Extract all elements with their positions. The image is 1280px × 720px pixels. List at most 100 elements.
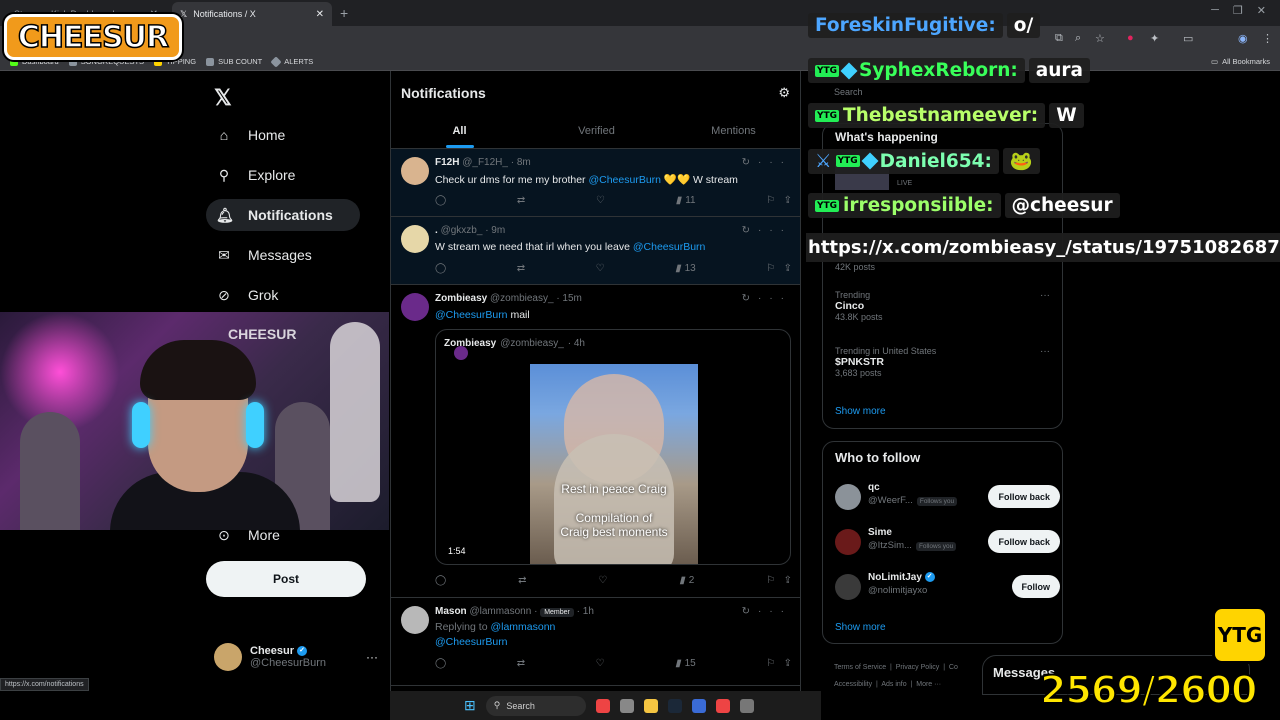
bookmark-post-icon[interactable]: ⚐ ⇪	[766, 575, 792, 586]
follow-suggestion[interactable]: Sime @ItzSim... Follows you Follow back	[835, 527, 1060, 559]
windows-taskbar: ⊞ ⚲ Search	[390, 691, 821, 720]
grok-icon[interactable]: ↻	[742, 606, 758, 617]
star-icon[interactable]: ☆	[1095, 32, 1105, 45]
trend-item[interactable]: Trending Cinco 43.8K posts ···	[835, 290, 1050, 322]
reply-icon[interactable]: ◯	[435, 575, 446, 586]
grok-icon[interactable]: ↻	[742, 157, 758, 168]
new-tab-button[interactable]: +	[332, 2, 356, 26]
chrome-icon[interactable]	[715, 698, 730, 713]
views-stat[interactable]: ▮ 11	[676, 195, 696, 206]
settings-icon[interactable]	[739, 698, 754, 713]
verified-icon: ✓	[297, 646, 308, 657]
all-bookmarks[interactable]: ▭ All Bookmarks	[1211, 57, 1270, 66]
follow-back-button[interactable]: Follow back	[988, 485, 1060, 508]
app-icon[interactable]	[619, 698, 634, 713]
tab-mentions[interactable]: Mentions	[665, 117, 800, 148]
like-icon[interactable]: ♡	[598, 575, 607, 586]
cast-icon[interactable]: ⧉	[1055, 32, 1063, 45]
more-dots-icon[interactable]: ···	[758, 606, 792, 617]
follow-suggestion[interactable]: NoLimitJay ✓ @nolimitjayxo Follow	[835, 572, 1060, 604]
more-dots-icon[interactable]: ···	[758, 157, 792, 168]
nav-explore[interactable]: ⚲ Explore	[206, 159, 305, 191]
close-window-icon[interactable]: ✕	[1257, 4, 1266, 17]
zoom-icon[interactable]: ⌕	[1075, 32, 1081, 45]
mention-link[interactable]: @CheesurBurn	[633, 241, 706, 253]
avatar	[835, 484, 861, 510]
menu-icon[interactable]: ⋮	[1262, 32, 1273, 45]
mention-link[interactable]: @CheesurBurn	[435, 309, 508, 321]
views-stat[interactable]: ▮ 2	[679, 575, 694, 586]
views-stat[interactable]: ▮ 15	[675, 658, 696, 669]
more-dots-icon[interactable]: ···	[758, 225, 792, 236]
nav-grok[interactable]: ⊘ Grok	[206, 279, 288, 311]
follow-suggestion[interactable]: qc @WeerF... Follows you Follow back	[835, 482, 1060, 514]
extension-icon[interactable]: ●	[1127, 32, 1134, 44]
mention-link[interactable]: @CheesurBurn	[435, 636, 508, 648]
follow-back-button[interactable]: Follow back	[988, 530, 1060, 553]
maximize-icon[interactable]: ❐	[1233, 4, 1243, 17]
bookmark-post-icon[interactable]: ⚐ ⇪	[766, 263, 792, 274]
bookmark-post-icon[interactable]: ⚐ ⇪	[766, 195, 792, 206]
x-logo-icon[interactable]: 𝕏	[214, 85, 232, 111]
show-more-link[interactable]: Show more	[835, 622, 886, 633]
reply-icon[interactable]: ◯	[435, 195, 446, 206]
video-duration: 1:54	[448, 546, 466, 556]
show-more-link[interactable]: Show more	[835, 406, 886, 417]
minimize-icon[interactable]: ─	[1211, 4, 1219, 17]
reply-to-link[interactable]: @lammasonn	[490, 621, 555, 633]
tab-verified[interactable]: Verified	[528, 117, 665, 148]
notification-item[interactable]: Zombieasy @zombieasy_ · 15m ↻··· @Cheesu…	[391, 285, 800, 598]
sidepanel-icon[interactable]: ▭	[1183, 32, 1193, 45]
live-badge: LIVE	[897, 180, 913, 187]
more-dots-icon[interactable]: ···	[366, 650, 378, 664]
folder-icon[interactable]	[643, 698, 658, 713]
bookmark-alerts[interactable]: ALERTS	[270, 55, 313, 68]
badge-icon: YTG	[815, 64, 840, 77]
grok-icon[interactable]: ↻	[742, 293, 758, 304]
trend-item[interactable]: 42K posts	[835, 262, 875, 272]
repost-icon[interactable]: ⇄	[517, 658, 525, 669]
nav-home[interactable]: ⌂ Home	[206, 119, 295, 151]
window-controls: ─ ❐ ✕	[1211, 4, 1280, 17]
reply-icon[interactable]: ◯	[435, 658, 446, 669]
bookmark-subcount[interactable]: SUB COUNT	[206, 57, 262, 66]
trend-item[interactable]: Trending in United States $PNKSTR 3,683 …	[835, 346, 1050, 378]
close-icon[interactable]: ✕	[316, 9, 324, 20]
search-input[interactable]: Search	[834, 87, 863, 97]
follow-button[interactable]: Follow	[1011, 575, 1060, 598]
more-dots-icon[interactable]: ···	[758, 293, 792, 304]
repost-icon[interactable]: ⇄	[518, 575, 526, 586]
notification-item[interactable]: F12H @_F12H_ · 8m ↻··· Check ur dms for …	[391, 149, 800, 217]
more-dots-icon[interactable]: ···	[1040, 346, 1050, 357]
account-switcher[interactable]: Cheesur ✓ @CheesurBurn ···	[214, 643, 378, 671]
browser-tab-x[interactable]: 𝕏 Notifications / X ✕	[172, 2, 332, 26]
tab-all[interactable]: All	[391, 117, 528, 148]
app-icon[interactable]	[691, 698, 706, 713]
mention-link[interactable]: @CheesurBurn	[588, 174, 661, 186]
chrome-icon[interactable]	[595, 698, 610, 713]
sword-icon: ⚔	[815, 150, 832, 172]
nav-notifications[interactable]: 🔔︎ Notifications	[206, 199, 360, 231]
repost-icon[interactable]: ⇄	[517, 195, 525, 206]
gear-icon[interactable]: ⚙	[778, 85, 790, 101]
post-button[interactable]: Post	[206, 561, 366, 597]
nav-messages[interactable]: ✉ Messages	[206, 239, 322, 271]
repost-icon[interactable]: ⇄	[517, 263, 525, 274]
reply-icon[interactable]: ◯	[435, 263, 446, 274]
bookmark-post-icon[interactable]: ⚐ ⇪	[766, 658, 792, 669]
profile-icon[interactable]: ◉	[1238, 32, 1248, 45]
like-icon[interactable]: ♡	[596, 263, 605, 274]
like-icon[interactable]: ♡	[596, 195, 605, 206]
video-thumbnail[interactable]: Rest in peace Craig Compilation of Craig…	[530, 364, 698, 564]
notification-item[interactable]: Mason @lammasonn · Member · 1h ↻··· Repl…	[391, 598, 800, 686]
grok-icon[interactable]: ↻	[742, 225, 758, 236]
like-icon[interactable]: ♡	[596, 658, 605, 669]
taskbar-search[interactable]: ⚲ Search	[485, 695, 586, 716]
steam-icon[interactable]	[667, 698, 682, 713]
windows-start-icon[interactable]: ⊞	[464, 697, 476, 714]
notification-item[interactable]: . @gkxzb_ · 9m ↻··· W stream we need tha…	[391, 217, 800, 285]
views-stat[interactable]: ▮ 13	[675, 263, 696, 274]
quoted-post[interactable]: Zombieasy @zombieasy_ · 4h Rest in peace C…	[435, 329, 791, 565]
more-dots-icon[interactable]: ···	[1040, 290, 1050, 301]
puzzle-icon[interactable]: ✦	[1150, 32, 1159, 45]
